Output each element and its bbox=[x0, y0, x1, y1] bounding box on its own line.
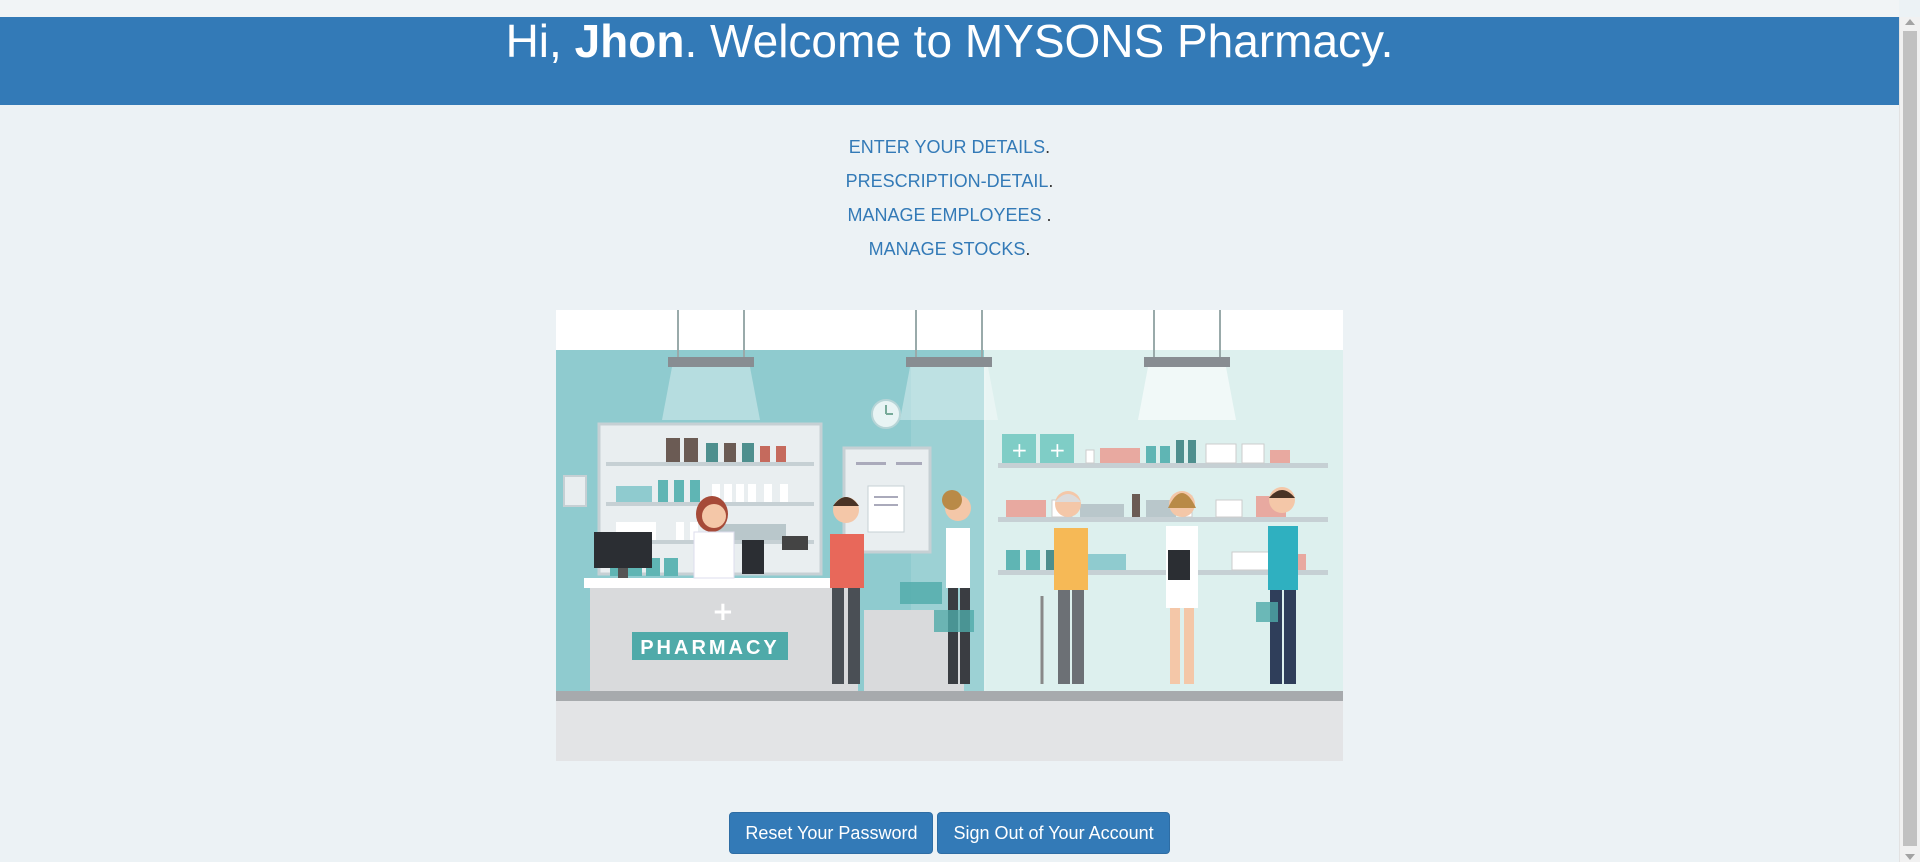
svg-text:+: + bbox=[1049, 438, 1066, 462]
enter-details-link[interactable]: ENTER YOUR DETAILS bbox=[849, 137, 1045, 157]
welcome-header: Hi, Jhon. Welcome to MYSONS Pharmacy. bbox=[0, 17, 1899, 105]
menu-row-employees: MANAGE EMPLOYEES . bbox=[0, 198, 1899, 232]
clipboard-icon bbox=[1168, 550, 1190, 580]
sign-out-button[interactable]: Sign Out of Your Account bbox=[937, 812, 1170, 854]
svg-text:+: + bbox=[712, 597, 734, 627]
menu-dot: . bbox=[1025, 239, 1031, 259]
basket-icon bbox=[900, 582, 942, 604]
card-reader-icon bbox=[782, 536, 808, 550]
manage-stocks-link[interactable]: MANAGE STOCKS bbox=[869, 239, 1026, 259]
pharmacy-scene: + + + PHARMACY bbox=[556, 310, 1343, 761]
menu-row-stocks: MANAGE STOCKS. bbox=[0, 232, 1899, 266]
pharmacy-sign: PHARMACY bbox=[640, 637, 780, 659]
scroll-up-arrow-icon[interactable] bbox=[1905, 19, 1915, 25]
svg-text:+: + bbox=[1011, 438, 1028, 462]
floor bbox=[556, 701, 1343, 761]
basket-icon bbox=[1256, 602, 1278, 622]
greeting-text: Hi, bbox=[505, 15, 575, 67]
vertical-scrollbar[interactable] bbox=[1899, 17, 1920, 862]
menu-dot: . bbox=[1045, 137, 1051, 157]
tablet-icon bbox=[742, 540, 764, 574]
page-title: Hi, Jhon. Welcome to MYSONS Pharmacy. bbox=[0, 17, 1899, 65]
basket-icon bbox=[934, 610, 974, 632]
welcome-text: . Welcome to MYSONS Pharmacy. bbox=[684, 15, 1394, 67]
menu-row-details: ENTER YOUR DETAILS. bbox=[0, 130, 1899, 164]
floor-line bbox=[556, 691, 1343, 701]
manage-employees-link[interactable]: MANAGE EMPLOYEES bbox=[847, 205, 1046, 225]
wall-frame bbox=[563, 475, 587, 507]
clock-icon bbox=[871, 399, 901, 429]
prescription-detail-link[interactable]: PRESCRIPTION-DETAIL bbox=[846, 171, 1049, 191]
pharmacy-illustration: + + + PHARMACY bbox=[556, 310, 1343, 761]
menu-row-prescription: PRESCRIPTION-DETAIL. bbox=[0, 164, 1899, 198]
user-name: Jhon bbox=[574, 15, 685, 67]
ceiling bbox=[556, 310, 1343, 350]
menu-dot: . bbox=[1048, 171, 1054, 191]
reset-password-button[interactable]: Reset Your Password bbox=[729, 812, 934, 854]
main-menu: ENTER YOUR DETAILS. PRESCRIPTION-DETAIL.… bbox=[0, 130, 1899, 266]
scroll-down-arrow-icon[interactable] bbox=[1905, 854, 1915, 860]
menu-dot: . bbox=[1046, 205, 1052, 225]
scroll-thumb[interactable] bbox=[1903, 31, 1917, 846]
account-actions: Reset Your Password Sign Out of Your Acc… bbox=[0, 812, 1899, 854]
